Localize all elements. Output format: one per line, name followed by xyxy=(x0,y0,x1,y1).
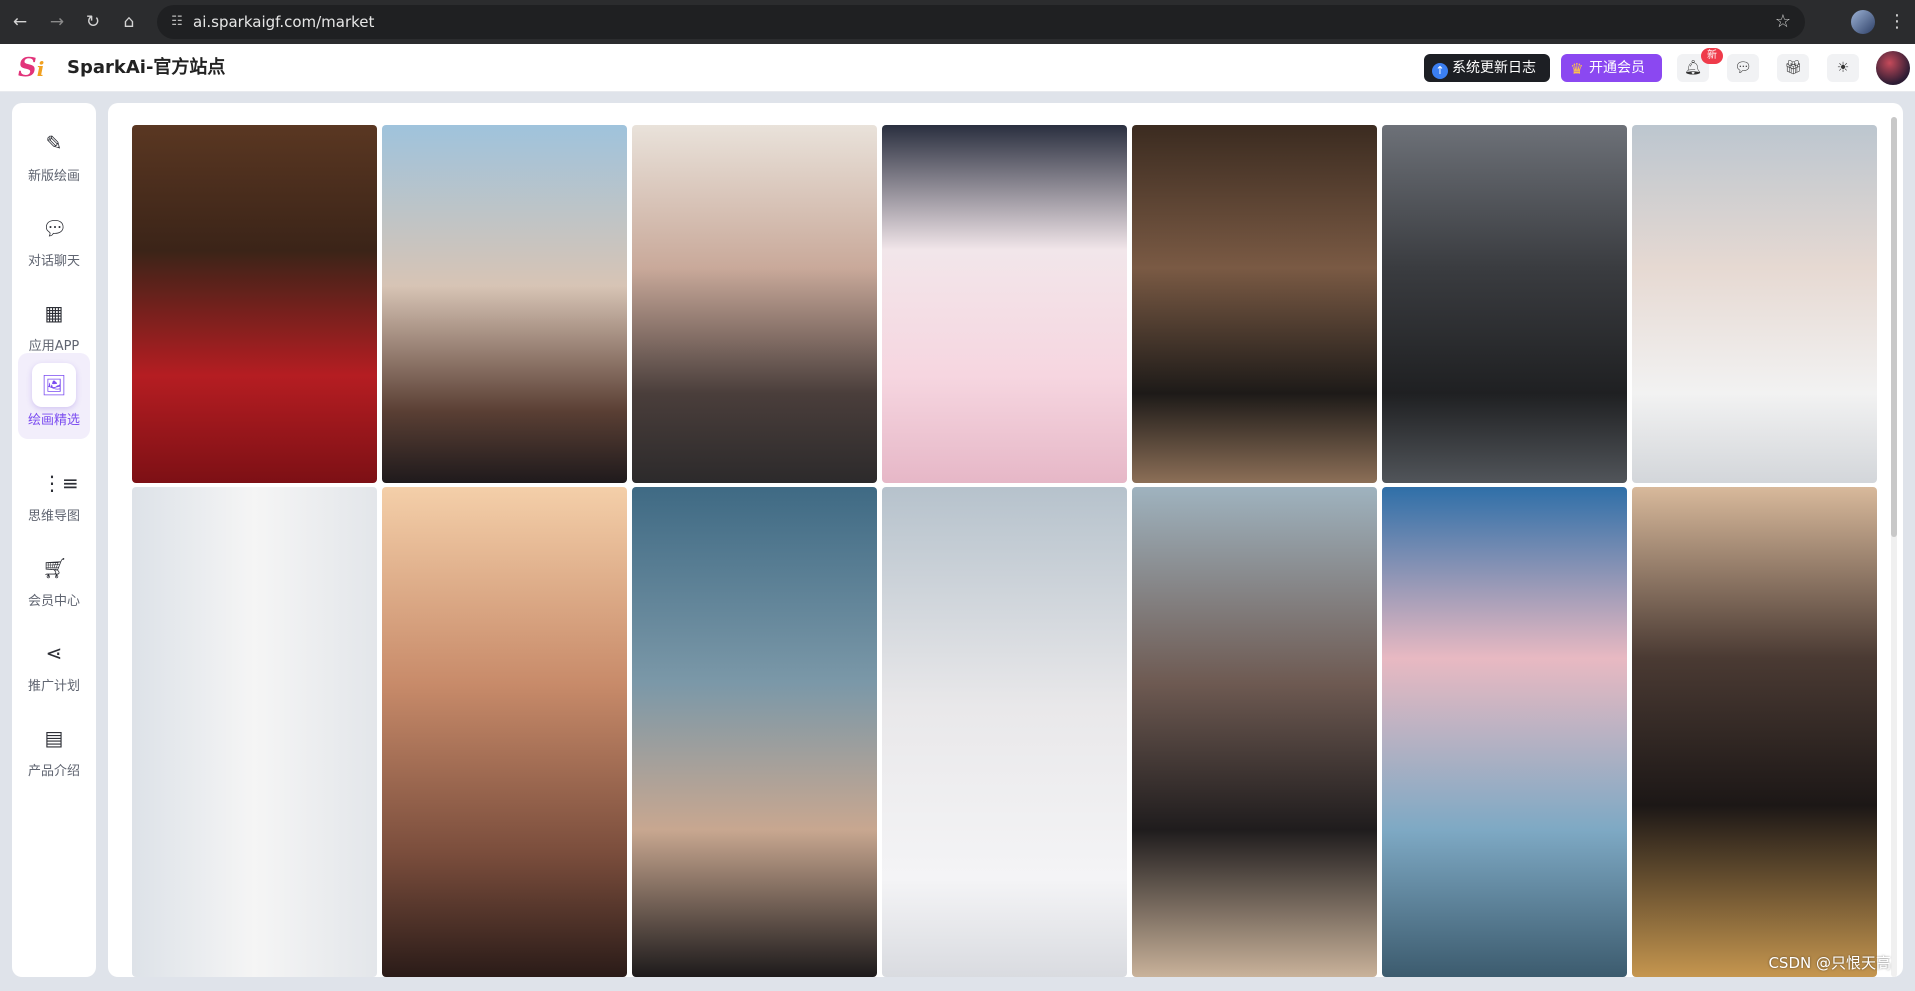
site-info-icon[interactable]: ☷ xyxy=(169,14,185,30)
bookmark-star-icon[interactable]: ☆ xyxy=(1775,11,1791,32)
watermark: CSDN @只恨天高 xyxy=(1768,954,1891,972)
paint-brush-icon: ✎ xyxy=(45,131,63,155)
mind-map-icon: ⋮≡ xyxy=(42,471,79,495)
gallery-image[interactable] xyxy=(1632,487,1877,977)
sun-theme-icon[interactable]: ☀ xyxy=(1827,54,1859,82)
browser-menu-icon[interactable]: ⋮ xyxy=(1888,10,1906,34)
home-icon[interactable]: ⌂ xyxy=(118,11,140,33)
share-icon: ⋖ xyxy=(45,641,63,665)
sidebar-item-new-drawing[interactable]: ✎ 新版绘画 xyxy=(18,109,90,195)
sidebar-item-label: 对话聊天 xyxy=(27,254,80,269)
address-bar[interactable]: ☷ ai.sparkaigf.com/market ☆ xyxy=(157,5,1805,39)
gallery-image[interactable] xyxy=(1132,125,1377,483)
gallery-image[interactable] xyxy=(632,487,877,977)
gallery-image[interactable] xyxy=(882,487,1127,977)
reload-icon[interactable]: ↻ xyxy=(82,11,104,33)
sidebar-item-chat[interactable]: 💬︎ 对话聊天 xyxy=(18,194,90,280)
gallery-image[interactable] xyxy=(382,487,627,977)
sidebar-item-referral[interactable]: ⋖ 推广计划 xyxy=(18,619,90,705)
cart-icon: 🛒︎ xyxy=(42,556,68,580)
browser-profile-avatar[interactable] xyxy=(1851,10,1875,34)
changelog-label: 系统更新日志 xyxy=(1452,60,1536,76)
site-logo[interactable]: Si xyxy=(18,52,52,84)
site-title: SparkAi-官方站点 xyxy=(67,57,226,78)
vip-button[interactable]: ♛ 开通会员 xyxy=(1561,54,1662,82)
sidebar-item-label: 绘画精选 xyxy=(27,413,80,428)
gift-icon[interactable]: 🎁︎ xyxy=(1777,54,1809,82)
app-header: Si SparkAi-官方站点 ↑ 系统更新日志 ♛ 开通会员 🔔︎ 新 💬︎ 🎁︎… xyxy=(0,44,1915,92)
gallery-image[interactable] xyxy=(882,125,1127,483)
gallery-image[interactable] xyxy=(1132,487,1377,977)
sidebar-item-label: 产品介绍 xyxy=(27,764,80,779)
sidebar-item-mind-map[interactable]: ⋮≡ 思维导图 xyxy=(18,449,90,535)
scrollbar-thumb[interactable] xyxy=(1891,117,1897,537)
user-avatar[interactable] xyxy=(1876,51,1910,85)
image-gallery xyxy=(132,125,1877,977)
arrow-up-circle-icon: ↑ xyxy=(1432,63,1448,79)
sidebar-item-label: 推广计划 xyxy=(27,679,80,694)
crown-icon: ♛ xyxy=(1570,60,1584,78)
wechat-icon[interactable]: 💬︎ xyxy=(1727,54,1759,82)
sidebar-item-gallery[interactable]: 🖼︎ 绘画精选 xyxy=(18,353,90,439)
gallery-image[interactable] xyxy=(1382,125,1627,483)
gallery-image[interactable] xyxy=(1382,487,1627,977)
product-box-icon: ▤ xyxy=(44,726,64,750)
sidebar-item-member-center[interactable]: 🛒︎ 会员中心 xyxy=(18,534,90,620)
grid-apps-icon: ▦ xyxy=(44,301,64,325)
sidebar-item-label: 新版绘画 xyxy=(27,169,80,184)
forward-arrow-icon[interactable]: → xyxy=(46,11,68,33)
url-text[interactable]: ai.sparkaigf.com/market xyxy=(193,5,374,39)
chat-bubble-icon: 💬︎ xyxy=(42,216,68,240)
gallery-image[interactable] xyxy=(132,487,377,977)
sidebar-item-label: 会员中心 xyxy=(27,594,80,609)
changelog-button[interactable]: ↑ 系统更新日志 xyxy=(1424,54,1550,82)
vip-label: 开通会员 xyxy=(1589,60,1645,76)
back-arrow-icon[interactable]: ← xyxy=(9,11,31,33)
main-panel: CSDN @只恨天高 xyxy=(108,103,1903,977)
gallery-image[interactable] xyxy=(1632,125,1877,483)
sidebar: ✎ 新版绘画 💬︎ 对话聊天 ▦ 应用APP 🖼︎ 绘画精选 ⋮≡ 思维导图 🛒… xyxy=(12,103,96,977)
notification-badge: 新 xyxy=(1701,48,1723,64)
sidebar-item-label: 思维导图 xyxy=(27,509,80,524)
gallery-image[interactable] xyxy=(132,125,377,483)
gallery-image[interactable] xyxy=(632,125,877,483)
gallery-scrollbar[interactable] xyxy=(1891,117,1897,977)
gallery-image[interactable] xyxy=(382,125,627,483)
image-gallery-icon: 🖼︎ xyxy=(32,363,76,407)
sidebar-item-product-intro[interactable]: ▤ 产品介绍 xyxy=(18,704,90,790)
sidebar-item-label: 应用APP xyxy=(28,339,80,354)
browser-toolbar: ← → ↻ ⌂ ☷ ai.sparkaigf.com/market ☆ ⋮ xyxy=(0,0,1915,44)
